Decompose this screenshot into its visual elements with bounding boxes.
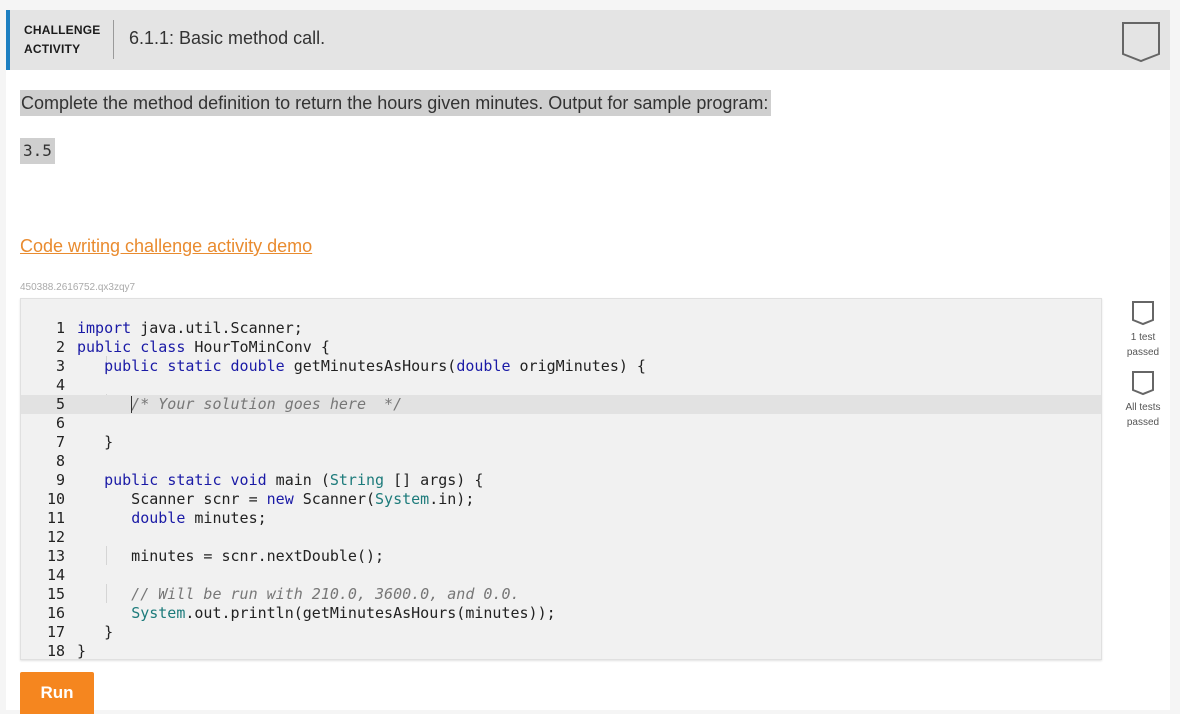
code-text: /* Your solution goes here */ [77, 395, 403, 413]
code-text: public class HourToMinConv { [77, 338, 330, 356]
code-line: 16 System.out.println(getMinutesAsHours(… [21, 604, 1101, 623]
line-number: 13 [46, 547, 65, 565]
code-text: public static double getMinutesAsHours(d… [104, 357, 646, 375]
test-status-line2: passed [1126, 417, 1160, 428]
code-line: 14 [21, 566, 1101, 585]
line-number: 5 [55, 395, 65, 413]
code-line: 4 [21, 376, 1101, 395]
code-text: // Will be run with 210.0, 3600.0, and 0… [77, 585, 520, 603]
code-line: 8 [21, 452, 1101, 471]
challenge-activity-card: CHALLENGE ACTIVITY 6.1.1: Basic method c… [6, 10, 1170, 714]
code-text: double minutes; [131, 509, 267, 527]
line-number: 3 [55, 357, 65, 375]
activity-type-line2: ACTIVITY [24, 42, 81, 56]
code-line: 6 [21, 414, 1101, 433]
line-number: 12 [46, 528, 65, 546]
test-status-icon [1132, 301, 1154, 326]
test-status-line1: All tests [1125, 402, 1161, 413]
test-status-1: 1 test passed [1118, 300, 1168, 360]
line-number: 4 [55, 376, 65, 394]
line-number: 7 [55, 433, 65, 451]
code-line: 1 import java.util.Scanner; [21, 319, 1101, 338]
code-line: 17 } [21, 623, 1101, 642]
run-button[interactable]: Run [20, 672, 94, 714]
activity-prompt: Complete the method definition to return… [20, 90, 772, 116]
code-text: import java.util.Scanner; [77, 319, 303, 337]
code-line-active[interactable]: 5 /* Your solution goes here */ [21, 395, 1101, 414]
code-line: 7 } [21, 433, 1101, 452]
code-text: public static void main (String [] args)… [104, 471, 484, 489]
code-line: 9 public static void main (String [] arg… [21, 471, 1101, 490]
code-text: } [77, 623, 114, 641]
test-status-line2: passed [1126, 347, 1160, 358]
line-number: 9 [55, 471, 65, 489]
code-line: 10 Scanner scnr = new Scanner(System.in)… [21, 490, 1101, 509]
completion-badge-icon [1121, 21, 1161, 68]
test-status-icon [1132, 371, 1154, 396]
sample-output: 3.5 [20, 138, 55, 164]
code-line: 15 // Will be run with 210.0, 3600.0, an… [21, 585, 1101, 604]
code-text: } [77, 642, 87, 660]
line-number: 10 [46, 490, 65, 508]
text-cursor [131, 396, 132, 413]
test-status-line1: 1 test [1130, 332, 1156, 343]
line-number: 1 [55, 319, 65, 337]
test-status-2: All tests passed [1118, 370, 1168, 430]
line-number: 11 [46, 509, 65, 527]
activity-type-label: CHALLENGE ACTIVITY [24, 21, 100, 59]
line-number: 8 [55, 452, 65, 470]
line-number: 15 [46, 585, 65, 603]
line-number: 14 [46, 566, 65, 584]
code-line: 12 [21, 528, 1101, 547]
line-number: 16 [46, 604, 65, 622]
code-editor[interactable]: 1 import java.util.Scanner; 2 public class… [20, 298, 1102, 660]
activity-header: CHALLENGE ACTIVITY 6.1.1: Basic method c… [6, 10, 1170, 70]
code-text: Scanner scnr = new Scanner(System.in); [77, 490, 475, 508]
header-divider [113, 20, 114, 59]
demo-link[interactable]: Code writing challenge activity demo [20, 236, 312, 257]
code-line: 18} [21, 642, 1101, 661]
code-line: 3 public static double getMinutesAsHours… [21, 357, 1101, 376]
code-line: 13 minutes = scnr.nextDouble(); [21, 547, 1101, 566]
activity-id: 450388.2616752.qx3zqy7 [20, 282, 136, 293]
line-number: 2 [55, 338, 65, 356]
code-line: 11 double minutes; [21, 509, 1101, 528]
line-number: 18 [46, 642, 65, 660]
header-accent-bar [6, 10, 10, 70]
line-number: 6 [55, 414, 65, 432]
code-text: } [77, 433, 114, 451]
code-text: minutes = scnr.nextDouble(); [77, 547, 385, 565]
activity-title: 6.1.1: Basic method call. [129, 28, 326, 48]
line-number: 17 [46, 623, 65, 641]
code-text: System.out.println(getMinutesAsHours(min… [131, 604, 556, 622]
activity-type-line1: CHALLENGE [24, 23, 101, 37]
code-line: 2 public class HourToMinConv { [21, 338, 1101, 357]
